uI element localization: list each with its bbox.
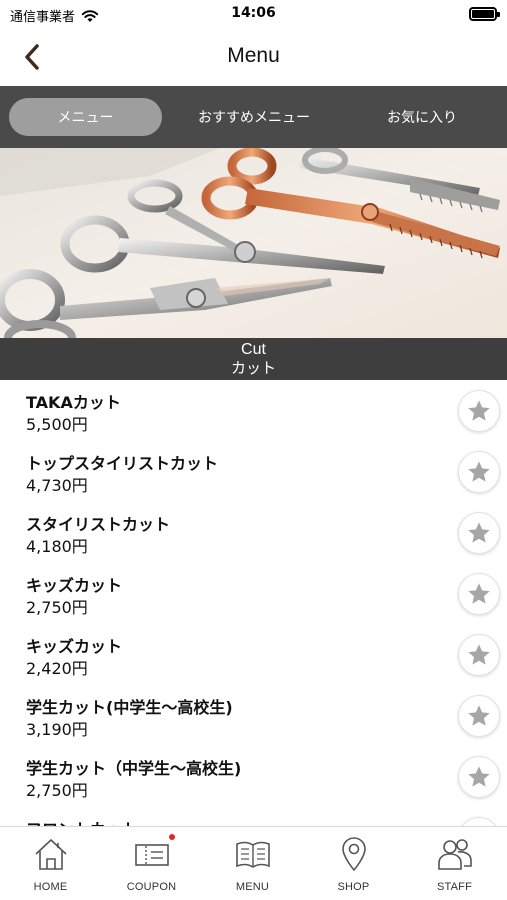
menu-book-icon [236, 841, 270, 868]
status-time: 14:06 [231, 5, 276, 21]
tab-coupon[interactable]: COUPON [101, 827, 202, 900]
menu-item[interactable]: スタイリストカット 4,180円 [0, 502, 507, 563]
menu-item-name: フロントカット [26, 816, 138, 826]
favorite-button[interactable] [458, 573, 500, 615]
star-icon [468, 705, 490, 726]
menu-item[interactable]: フロントカット [0, 807, 507, 826]
tab-favorites[interactable]: お気に入り [346, 98, 498, 136]
star-icon [468, 766, 490, 787]
menu-item[interactable]: TAKAカット 5,500円 [0, 380, 507, 441]
menu-item-name: TAKAカット [26, 393, 121, 412]
tab-menu[interactable]: メニュー [9, 98, 162, 136]
battery-icon [469, 7, 500, 21]
star-icon [468, 522, 490, 543]
menu-item[interactable]: トップスタイリストカット 4,730円 [0, 441, 507, 502]
tab-shop[interactable]: SHOP [303, 827, 404, 900]
tab-home[interactable]: HOME [0, 827, 101, 900]
notification-badge [169, 834, 175, 840]
tab-staff[interactable]: STAFF [404, 827, 505, 900]
favorite-button[interactable] [458, 817, 500, 826]
menu-item[interactable]: 学生カット(中学生～高校生) 3,190円 [0, 685, 507, 746]
menu-item[interactable]: キッズカット 2,420円 [0, 624, 507, 685]
menu-item-name: キッズカット [26, 576, 123, 595]
section-title-en: Cut [241, 341, 266, 358]
home-icon [35, 839, 67, 870]
menu-list: TAKAカット 5,500円 トップスタイリストカット 4,730円 スタイリス… [0, 380, 507, 826]
menu-item-name: 学生カット(中学生～高校生) [26, 698, 233, 717]
favorite-button[interactable] [458, 390, 500, 432]
star-icon [468, 644, 490, 665]
tab-coupon-label: COUPON [126, 881, 177, 893]
staff-icon [438, 839, 472, 870]
menu-item-price: 3,190円 [26, 720, 88, 739]
menu-item-price: 2,420円 [26, 659, 88, 678]
favorite-button[interactable] [458, 756, 500, 798]
tab-menu-label: MENU [235, 881, 270, 893]
bottom-tab-bar: HOME COUPON MENU SHOP STAFF [0, 826, 507, 900]
tab-shop-label: SHOP [337, 881, 370, 893]
menu-item-price: 5,500円 [26, 415, 88, 434]
menu-item-price: 4,180円 [26, 537, 88, 556]
menu-item-name: 学生カット（中学生～高校生) [26, 759, 242, 778]
menu-item-price: 4,730円 [26, 476, 88, 495]
section-header: Cut カット [0, 338, 507, 380]
menu-tabs: メニュー おすすめメニュー お気に入り [0, 86, 507, 148]
menu-item[interactable]: キッズカット 2,750円 [0, 563, 507, 624]
menu-item-name: スタイリストカット [26, 515, 171, 534]
tab-home-label: HOME [33, 881, 68, 893]
menu-item-name: トップスタイリストカット [26, 454, 219, 473]
status-bar: 通信事業者 14:06 [0, 0, 507, 30]
favorite-button[interactable] [458, 451, 500, 493]
section-title-jp: カット [230, 359, 276, 377]
menu-item-price: 2,750円 [26, 598, 88, 617]
star-icon [468, 583, 490, 604]
star-icon [468, 461, 490, 482]
scissors-photo [0, 148, 507, 338]
coupon-icon [135, 844, 169, 866]
favorite-button[interactable] [458, 695, 500, 737]
favorite-button[interactable] [458, 634, 500, 676]
nav-bar: Menu [0, 30, 507, 86]
tab-staff-label: STAFF [436, 881, 472, 893]
favorite-button[interactable] [458, 512, 500, 554]
tab-menu-bottom[interactable]: MENU [202, 827, 303, 900]
page-title: Menu [227, 44, 280, 67]
menu-item-price: 2,750円 [26, 781, 88, 800]
map-pin-icon [342, 837, 366, 872]
star-icon [468, 400, 490, 421]
menu-item[interactable]: 学生カット（中学生～高校生) 2,750円 [0, 746, 507, 807]
tab-recommended[interactable]: おすすめメニュー [170, 98, 338, 136]
hero-image [0, 148, 507, 338]
menu-item-name: キッズカット [26, 637, 123, 656]
